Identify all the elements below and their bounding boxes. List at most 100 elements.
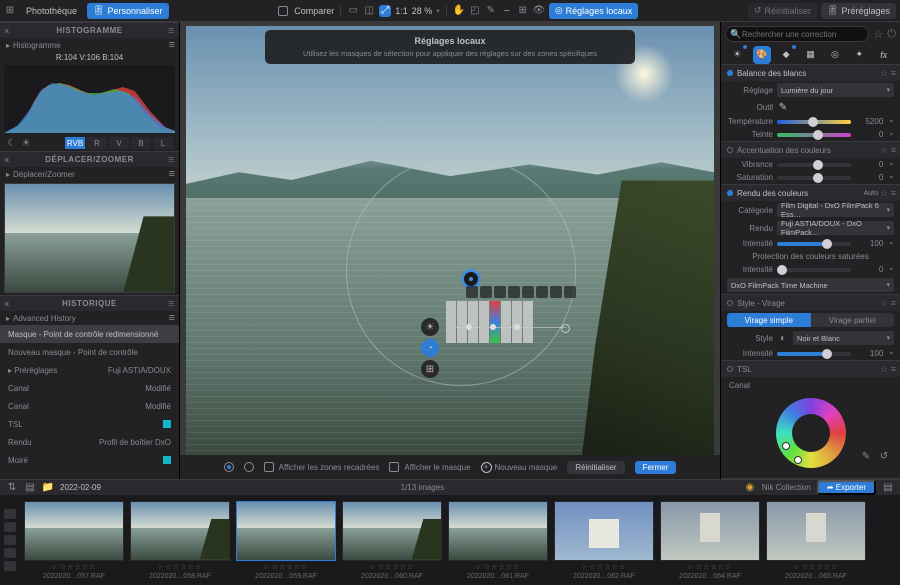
protect-int-slider[interactable] [777, 268, 851, 272]
reset-button[interactable]: ↺Réinitialiser [748, 3, 817, 19]
thumbnail[interactable]: ○ ☆☆☆☆☆2022020…065.RAF [766, 501, 866, 580]
thumbnail[interactable]: ○ ☆☆☆☆☆2022020…060.RAF [342, 501, 442, 580]
grid2-icon[interactable]: ⊞ [517, 5, 529, 17]
render-header[interactable]: Rendu des couleursAuto☆≡ [721, 185, 900, 201]
image-canvas[interactable]: ☀ ◔ ⊞ [186, 26, 714, 455]
crop-icon[interactable]: ◰ [469, 5, 481, 17]
export-menu-icon[interactable]: ▤ [882, 482, 894, 494]
presets-button[interactable]: 🎚Préréglages [821, 3, 896, 19]
thumbnail[interactable]: ○ ☆☆☆☆☆2022020…059.RAF [236, 501, 336, 580]
menu-icon[interactable]: ≡ [168, 154, 175, 166]
reset-mask-button[interactable]: Réinitialiser [567, 461, 624, 474]
histogram-sub[interactable]: ▸Histogramme≡ [0, 38, 179, 52]
channel-rvb[interactable]: RVB [65, 137, 85, 149]
color-cat[interactable]: 🎨 [753, 46, 771, 64]
fit-icon[interactable]: ⤢ [379, 5, 391, 17]
chroma-tool[interactable]: ◔ [421, 339, 439, 357]
style-header[interactable]: Style - Virage☆≡ [721, 295, 900, 311]
picker-icon[interactable]: ✎ [777, 101, 789, 113]
close-icon[interactable]: × [4, 299, 10, 309]
filter-icon[interactable]: ▤ [24, 482, 36, 494]
style-int-slider[interactable] [777, 352, 851, 356]
thumbnail[interactable]: ○ ☆☆☆☆☆2022020…057.RAF [24, 501, 124, 580]
close-icon[interactable]: × [4, 26, 10, 36]
history-row[interactable]: RenduProfil de boîtier DxO [0, 433, 179, 451]
zoom-pct[interactable]: 28 % [412, 6, 433, 16]
sort-icon[interactable]: ⇅ [6, 482, 18, 494]
style-dd[interactable]: Noir et Blanc [793, 331, 894, 345]
channel-v[interactable]: V [109, 137, 129, 149]
menu-icon[interactable]: ≡ [169, 312, 175, 324]
reset-wheel-icon[interactable]: ↺ [878, 450, 890, 462]
render-int-slider[interactable] [777, 242, 851, 246]
hue-wheel[interactable]: ✎ ↺ [721, 394, 900, 472]
geometry-cat[interactable]: ▦ [801, 46, 819, 64]
style-segment[interactable]: Virage simpleVirage partiel [727, 313, 894, 327]
compare-label[interactable]: Comparer [294, 6, 334, 16]
library-tab[interactable]: Photothèque [20, 3, 83, 19]
navigator-thumb[interactable] [4, 183, 175, 293]
control-point-ring[interactable] [346, 156, 576, 386]
modules-icon[interactable]: ⊞ [4, 5, 16, 17]
thumbnail[interactable]: ○ ☆☆☆☆☆2022020…064.RAF [660, 501, 760, 580]
export-button[interactable]: ➦ Exporter [817, 480, 876, 495]
zoom-ratio[interactable]: 1:1 [395, 6, 408, 16]
thumbnail[interactable]: ○ ☆☆☆☆☆2022020…061.RAF [448, 501, 548, 580]
search-input[interactable] [725, 26, 869, 42]
show-mask-toggle[interactable]: Afficher le masque [389, 462, 470, 472]
control-slider[interactable] [446, 327, 566, 328]
channel-r[interactable]: R [87, 137, 107, 149]
history-row[interactable]: Moiré [0, 451, 179, 469]
compare-check[interactable] [278, 6, 288, 16]
saturation-slider[interactable] [777, 176, 851, 180]
wb-header[interactable]: Balance des blancs☆≡ [721, 65, 900, 81]
histogram-header[interactable]: ×HISTOGRAMME≡ [0, 22, 179, 38]
menu-icon[interactable]: ≡ [168, 25, 175, 37]
local-cat[interactable]: ◎ [826, 46, 844, 64]
detail-cat[interactable]: ◆ [777, 46, 795, 64]
folder-path[interactable]: 2022-02-09 [60, 483, 101, 492]
eye-icon[interactable]: 👁 [533, 5, 545, 17]
nik-icon[interactable]: ◉ [744, 482, 756, 494]
menu-icon[interactable]: ≡ [169, 39, 175, 51]
highlight-clip-icon[interactable]: ☀ [20, 137, 32, 149]
thumbnail[interactable]: ○ ☆☆☆☆☆2022020…058.RAF [130, 501, 230, 580]
close-mask-button[interactable]: Fermer [635, 461, 677, 474]
move-header[interactable]: ×DÉPLACER/ZOOMER≡ [0, 151, 179, 167]
time-machine-dd[interactable]: DxO FilmPack Time Machine [727, 278, 894, 292]
shadow-clip-icon[interactable]: ☾ [6, 137, 18, 149]
layout-split-icon[interactable]: ◫ [363, 5, 375, 17]
history-row[interactable]: ▸ PréréglagesFuji ASTIA/DOUX [0, 361, 179, 379]
history-row[interactable]: CanalModifié [0, 397, 179, 415]
render-rend-dd[interactable]: Fuji ASTIA/DOUX - DxO FilmPack… [777, 221, 894, 235]
eq-tool[interactable]: ⊞ [421, 360, 439, 378]
local-adjust-button[interactable]: ◎Réglages locaux [549, 3, 638, 19]
close-icon[interactable]: × [4, 155, 10, 165]
fx-cat[interactable]: fx [875, 46, 893, 64]
layout-single-icon[interactable]: ▭ [347, 5, 359, 17]
history-sub[interactable]: ▸Advanced History≡ [0, 311, 179, 325]
zoom-dropdown[interactable]: ▾ [436, 7, 440, 15]
show-crop-toggle[interactable]: Afficher les zones recadrées [264, 462, 380, 472]
hand-icon[interactable]: ✋ [453, 5, 465, 17]
wb-temp-slider[interactable] [777, 120, 851, 124]
menu-icon[interactable]: ≡ [169, 168, 175, 180]
mask-radio-1[interactable] [224, 462, 234, 472]
history-row[interactable]: Nouveau masque - Point de contrôle [0, 343, 179, 361]
history-header[interactable]: ×HISTORIQUE≡ [0, 295, 179, 311]
history-row[interactable]: TSL [0, 415, 179, 433]
luminosity-tool[interactable]: ☀ [421, 318, 439, 336]
vibrance-slider[interactable] [777, 163, 851, 167]
fav-icon[interactable]: ☆ [873, 28, 883, 41]
channel-l[interactable]: L [153, 137, 173, 149]
equalizer-bars[interactable] [446, 301, 533, 343]
horizon-icon[interactable]: ⎯ [501, 5, 513, 17]
power-icon[interactable]: ⏻ [887, 28, 896, 41]
picker-icon[interactable]: ✎ [485, 5, 497, 17]
picker-icon[interactable]: ✎ [860, 450, 872, 462]
channel-b[interactable]: B [131, 137, 151, 149]
wb-setting-dd[interactable]: Lumière du jour [777, 83, 894, 97]
new-mask-button[interactable]: +Nouveau masque [481, 462, 558, 473]
history-row[interactable]: CanalModifié [0, 379, 179, 397]
nik-label[interactable]: Nik Collection [762, 483, 811, 492]
